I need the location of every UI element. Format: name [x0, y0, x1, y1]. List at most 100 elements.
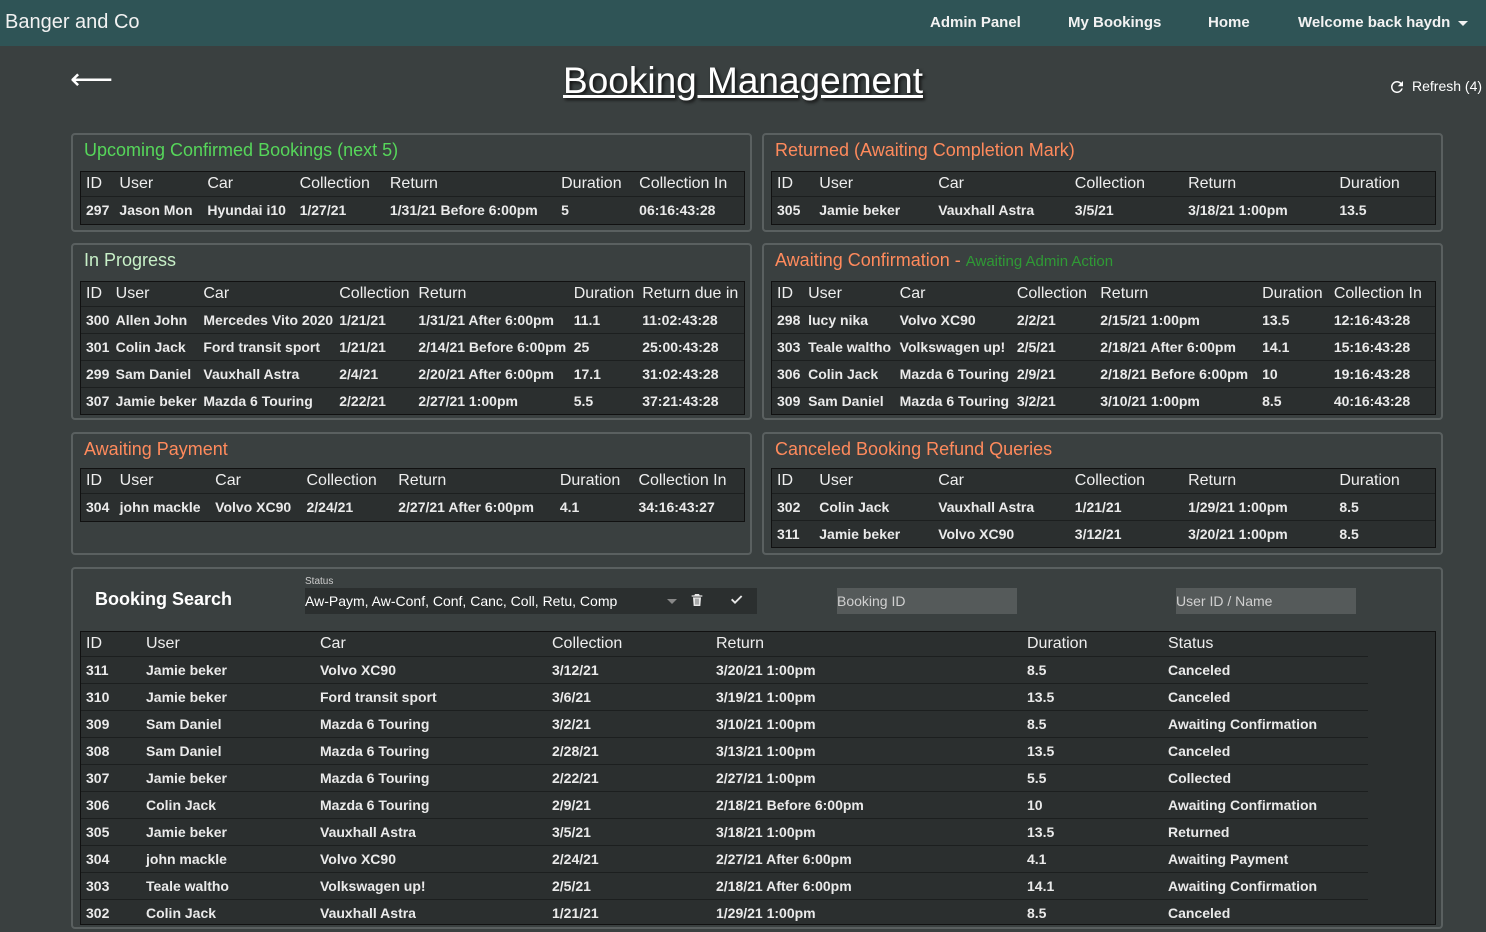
table-row[interactable]: 304 john mackle Volvo XC90 2/24/21 2/27/21 A…: [81, 845, 1368, 873]
panel-title: Awaiting Payment: [84, 439, 228, 459]
table-cell: Jamie beker: [814, 520, 934, 547]
table-row[interactable]: 310 Jamie beker Ford transit sport 3/6/21 3/…: [81, 683, 1368, 711]
column-header[interactable]: Collection In: [633, 469, 744, 494]
column-header[interactable]: ID: [81, 469, 115, 494]
table-cell: 2/27/21 1:00pm: [413, 387, 569, 414]
column-header[interactable]: ID: [81, 172, 114, 197]
table-cell: 40:16:43:28: [1328, 387, 1435, 414]
in-progress-table-wrap: ID User Car Collection Return Duration Return …: [80, 281, 745, 415]
table-cell: Collected: [1163, 764, 1368, 792]
column-header[interactable]: Car: [315, 632, 547, 657]
column-header[interactable]: Car: [202, 172, 294, 197]
column-header[interactable]: Car: [895, 282, 1012, 307]
table-row[interactable]: 306 Colin Jack Mazda 6 Touring 2/9/21 2/18/2…: [81, 791, 1368, 819]
column-header[interactable]: Return: [385, 172, 556, 197]
column-header[interactable]: Car: [210, 469, 301, 494]
column-header[interactable]: Collection: [547, 632, 711, 657]
column-header[interactable]: User: [111, 282, 199, 307]
column-header[interactable]: Collection In: [1329, 282, 1435, 307]
column-header[interactable]: Duration: [569, 282, 638, 307]
chevron-down-icon[interactable]: [667, 599, 677, 604]
search-results-table: ID User Car Collection Return Duration Status 3…: [81, 632, 1368, 926]
nav-my-bookings[interactable]: My Bookings: [1068, 14, 1161, 31]
table-cell: Sam Daniel: [110, 360, 199, 388]
column-header[interactable]: Return: [1095, 282, 1257, 307]
column-header[interactable]: Collection: [334, 282, 413, 307]
table-row[interactable]: 299 Sam Daniel Vauxhall Astra 2/4/21 2/20/21…: [81, 360, 744, 388]
table-row[interactable]: 304 john mackle Volvo XC90 2/24/21 2/27/21 A…: [81, 493, 744, 520]
table-row[interactable]: 301 Colin Jack Ford transit sport 1/21/21 2/…: [81, 333, 744, 361]
column-header[interactable]: Collection: [295, 172, 385, 197]
table-row[interactable]: 300 Allen John Mercedes Vito 2020 1/21/21 1/…: [81, 306, 744, 334]
table-row[interactable]: 297 Jason Mon Hyundai i10 1/27/21 1/31/21 Be…: [81, 196, 744, 223]
column-header[interactable]: Duration: [1334, 172, 1435, 197]
column-header[interactable]: Duration: [556, 172, 634, 197]
column-header[interactable]: Duration: [555, 469, 634, 494]
table-row[interactable]: 306 Colin Jack Mazda 6 Touring 2/9/21 2/18/2…: [772, 360, 1435, 388]
trash-icon[interactable]: [689, 592, 705, 613]
column-header[interactable]: Return: [393, 469, 555, 494]
table-cell: Colin Jack: [141, 791, 315, 819]
column-header[interactable]: User: [814, 469, 933, 494]
column-header[interactable]: User: [114, 172, 202, 197]
column-header[interactable]: User: [141, 632, 315, 657]
table-row[interactable]: 311 Jamie beker Volvo XC90 3/12/21 3/20/21 1…: [772, 520, 1435, 547]
table-row[interactable]: 309 Sam Daniel Mazda 6 Touring 3/2/21 3/10/2…: [772, 387, 1435, 414]
column-header[interactable]: ID: [81, 632, 141, 657]
column-header[interactable]: User: [115, 469, 211, 494]
column-header[interactable]: Car: [198, 282, 334, 307]
table-row[interactable]: 311 Jamie beker Volvo XC90 3/12/21 3/20/21 1…: [81, 656, 1368, 684]
table-cell: john mackle: [141, 845, 315, 873]
table-row[interactable]: 303 Teale waltho Volkswagen up! 2/5/21 2/18/…: [81, 872, 1368, 900]
column-header[interactable]: Return: [413, 282, 568, 307]
column-header[interactable]: ID: [772, 172, 814, 197]
table-row[interactable]: 308 Sam Daniel Mazda 6 Touring 2/28/21 3/13/…: [81, 737, 1368, 765]
table-row[interactable]: 305 Jamie beker Vauxhall Astra 3/5/21 3/18/2…: [772, 196, 1435, 223]
table-row[interactable]: 298 lucy nika Volvo XC90 2/2/21 2/15/21 1:00…: [772, 306, 1435, 334]
nav-home[interactable]: Home: [1208, 14, 1250, 31]
column-header[interactable]: Return: [1183, 172, 1334, 197]
table-cell: 3/12/21: [547, 656, 711, 684]
column-header[interactable]: ID: [81, 282, 111, 307]
check-icon[interactable]: [729, 592, 745, 613]
table-cell: 2/20/21 After 6:00pm: [413, 360, 569, 388]
column-header[interactable]: Return due in: [637, 282, 744, 307]
table-cell: 2/27/21 After 6:00pm: [393, 493, 555, 520]
column-header[interactable]: Collection: [1012, 282, 1095, 307]
column-header[interactable]: Collection: [301, 469, 393, 494]
booking-id-input[interactable]: [837, 588, 1017, 614]
column-header[interactable]: ID: [772, 469, 814, 494]
column-header[interactable]: User: [814, 172, 933, 197]
column-header[interactable]: Status: [1163, 632, 1368, 657]
table-row[interactable]: 307 Jamie beker Mazda 6 Touring 2/22/21 2/27…: [81, 387, 744, 414]
column-header[interactable]: Return: [711, 632, 1022, 657]
table-row[interactable]: 302 Colin Jack Vauxhall Astra 1/21/21 1/29/2…: [81, 899, 1368, 926]
column-header[interactable]: Duration: [1257, 282, 1329, 307]
column-header[interactable]: Duration: [1022, 632, 1163, 657]
table-row[interactable]: 302 Colin Jack Vauxhall Astra 1/21/21 1/29/2…: [772, 493, 1435, 521]
user-menu[interactable]: Welcome back haydn: [1298, 14, 1469, 31]
table-row[interactable]: 305 Jamie beker Vauxhall Astra 3/5/21 3/18/2…: [81, 818, 1368, 846]
brand-logo[interactable]: Banger and Co: [5, 11, 140, 34]
table-cell: 11:02:43:28: [637, 306, 744, 334]
column-header[interactable]: Car: [933, 172, 1070, 197]
refresh-button[interactable]: Refresh (4): [1388, 78, 1482, 96]
user-search-input[interactable]: [1176, 588, 1356, 614]
column-header[interactable]: Collection: [1070, 172, 1183, 197]
table-cell: 309: [81, 710, 141, 738]
table-cell: 2/24/21: [301, 493, 394, 520]
column-header[interactable]: Return: [1183, 469, 1334, 494]
column-header[interactable]: Collection: [1070, 469, 1183, 494]
table-cell: 3/13/21 1:00pm: [711, 737, 1022, 765]
column-header[interactable]: Collection In: [634, 172, 744, 197]
table-row[interactable]: 307 Jamie beker Mazda 6 Touring 2/22/21 2/27…: [81, 764, 1368, 792]
status-select[interactable]: Aw-Paym, Aw-Conf, Conf, Canc, Coll, Retu…: [305, 588, 757, 614]
column-header[interactable]: Duration: [1334, 469, 1435, 494]
column-header[interactable]: User: [803, 282, 895, 307]
column-header[interactable]: Car: [933, 469, 1070, 494]
nav-admin-panel[interactable]: Admin Panel: [930, 14, 1021, 31]
table-row[interactable]: 303 Teale waltho Volkswagen up! 2/5/21 2/18/…: [772, 333, 1435, 361]
column-header[interactable]: ID: [772, 282, 803, 307]
returned-table-wrap: ID User Car Collection Return Duration 305 Jami…: [771, 171, 1436, 225]
table-row[interactable]: 309 Sam Daniel Mazda 6 Touring 3/2/21 3/10/2…: [81, 710, 1368, 738]
